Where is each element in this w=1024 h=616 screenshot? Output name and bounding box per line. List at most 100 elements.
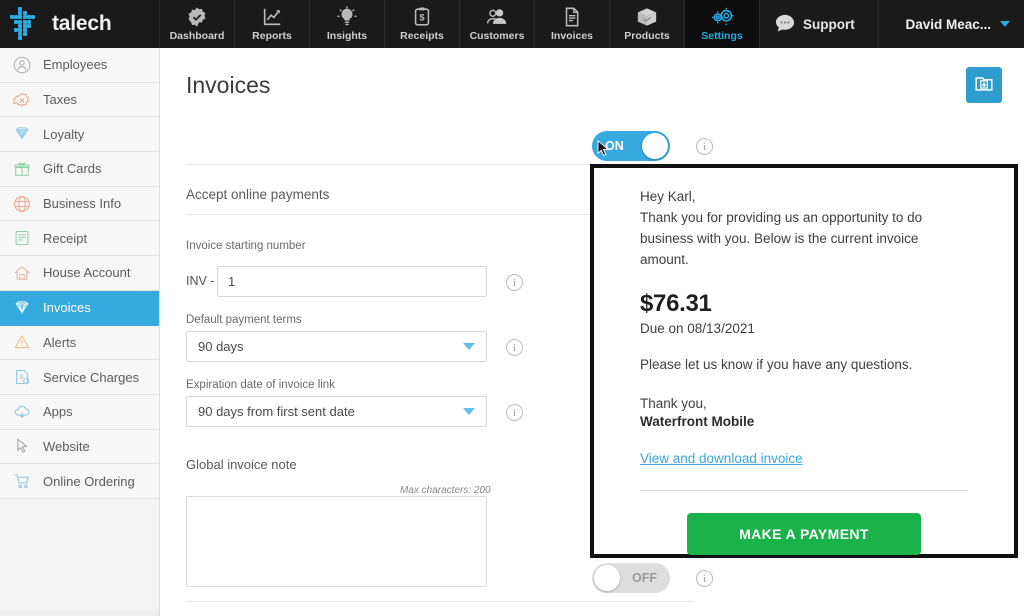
view-and-download-invoice-link[interactable]: View and download invoice [640, 451, 803, 466]
diamond-icon [12, 124, 32, 144]
nav-item-label: Invoices [550, 30, 594, 42]
default-payment-terms-select[interactable]: 90 days [186, 331, 487, 362]
invoice-starting-number-info-icon[interactable]: i [506, 274, 523, 291]
user-menu-label: David Meac... [905, 16, 991, 32]
preview-body-line-1: Thank you for providing us an opportunit… [640, 210, 923, 225]
support-button[interactable]: Support [760, 0, 871, 48]
person-circle-icon [12, 55, 32, 75]
talech-logo-icon [10, 7, 44, 41]
nav-item-label: Dashboard [169, 30, 225, 42]
preview-spacer [640, 336, 968, 354]
nav-item-settings[interactable]: Settings [685, 0, 760, 48]
invoice-starting-number-label: Invoice starting number [186, 240, 306, 252]
sidebar-item-label: Business Info [43, 196, 122, 212]
sidebar-item-taxes[interactable]: Taxes [0, 82, 159, 118]
support-label: Support [803, 16, 855, 32]
invoice-number-prefix: INV - [186, 274, 215, 288]
sidebar-item-invoices[interactable]: Invoices [0, 290, 159, 326]
nav-item-products[interactable]: Products [610, 0, 685, 48]
sidebar-item-alerts[interactable]: Alerts [0, 325, 159, 361]
sidebar-item-receipt[interactable]: Receipt [0, 221, 159, 257]
brand-logo-area[interactable]: talech [0, 0, 160, 48]
sidebar-item-label: Loyalty [43, 126, 85, 142]
preview-body-line-2: business with you. Below is the current … [640, 231, 919, 246]
sidebar-item-loyalty[interactable]: Loyalty [0, 117, 159, 153]
sidebar-item-label: Invoices [43, 300, 91, 316]
divider-before-confirmation [186, 601, 694, 602]
cloud-download-icon [12, 402, 32, 422]
sidebar-item-label: Taxes [43, 92, 77, 108]
import-invoices-button[interactable] [966, 67, 1002, 103]
receive-confirmation-toggle[interactable]: OFF [592, 563, 670, 593]
sidebar-item-label: Receipt [43, 230, 88, 246]
sidebar-item-business-info[interactable]: Business Info [0, 186, 159, 222]
default-payment-terms-info-icon[interactable]: i [506, 339, 523, 356]
nav-item-label: Customers [469, 30, 525, 42]
sidebar-item-label: Online Ordering [43, 473, 135, 489]
global-invoice-note-textarea[interactable] [186, 496, 487, 587]
warning-triangle-icon [12, 332, 32, 352]
sidebar-item-service-charges[interactable]: $ Service Charges [0, 360, 159, 395]
accept-online-payments-info-icon[interactable]: i [696, 138, 713, 155]
invoice-email-preview-panel: Hey Karl, Thank you for providing us an … [590, 164, 1018, 558]
nav-item-label: Insights [326, 30, 368, 42]
preview-greeting: Hey Karl, [640, 189, 696, 204]
nav-item-insights[interactable]: Insights [310, 0, 385, 48]
preview-divider [640, 490, 968, 491]
preview-business-name: Waterfront Mobile [640, 414, 755, 429]
make-a-payment-button[interactable]: MAKE A PAYMENT [687, 513, 921, 555]
receipt-dollar-icon: $ [411, 6, 433, 28]
document-icon [561, 6, 583, 28]
sidebar-item-label: Gift Cards [43, 161, 102, 177]
default-payment-terms-value: 90 days [198, 339, 244, 354]
house-icon [12, 263, 32, 283]
sidebar-item-employees[interactable]: Employees [0, 48, 159, 83]
nav-item-label: Receipts [400, 30, 444, 42]
receipt-icon [12, 228, 32, 248]
page-title: Invoices [186, 72, 271, 98]
max-characters-hint: Max characters: 200 [400, 485, 491, 496]
nav-item-customers[interactable]: Customers [460, 0, 535, 48]
expiration-date-select[interactable]: 90 days from first sent date [186, 396, 487, 427]
nav-item-reports[interactable]: Reports [235, 0, 310, 48]
sidebar-item-apps[interactable]: Apps [0, 394, 159, 430]
gift-icon [12, 159, 32, 179]
expiration-date-info-icon[interactable]: i [506, 404, 523, 421]
toggle-state-label: ON [605, 139, 624, 153]
diamond-invoice-icon [12, 298, 32, 318]
import-download-icon [973, 72, 995, 99]
badge-check-icon [186, 6, 208, 28]
svg-text:$: $ [20, 374, 24, 381]
expiration-date-label: Expiration date of invoice link [186, 379, 335, 391]
sidebar-item-house-account[interactable]: House Account [0, 256, 159, 291]
user-menu[interactable]: David Meac... [879, 0, 1024, 48]
sidebar-item-label: Alerts [43, 334, 77, 350]
sidebar-item-website[interactable]: Website [0, 429, 159, 465]
support-chat-icon [774, 13, 796, 36]
nav-item-invoices[interactable]: Invoices [535, 0, 610, 48]
gears-icon [710, 6, 734, 28]
preview-signoff: Thank you, [640, 396, 707, 411]
nav-item-label: Reports [252, 30, 292, 42]
invoice-starting-number-input[interactable] [217, 266, 487, 297]
sidebar-item-label: Website [43, 438, 90, 454]
sidebar-item-gift-cards[interactable]: Gift Cards [0, 152, 159, 187]
chevron-down-icon [1000, 21, 1010, 27]
box-icon [636, 6, 658, 28]
sidebar-filler [0, 610, 159, 616]
chevron-down-icon [463, 343, 475, 350]
preview-body-line-3: amount. [640, 252, 689, 267]
expiration-date-value: 90 days from first sent date [198, 404, 355, 419]
sidebar-item-label: Employees [43, 57, 108, 73]
toggle-knob [642, 133, 668, 159]
accept-online-payments-toggle[interactable]: ON [592, 131, 670, 161]
people-icon [486, 6, 508, 28]
nav-item-receipts[interactable]: $ Receipts [385, 0, 460, 48]
sidebar-item-label: House Account [43, 265, 131, 281]
service-charge-icon: $ [12, 367, 32, 387]
nav-item-dashboard[interactable]: Dashboard [160, 0, 235, 48]
preview-invoice-amount: $76.31 [640, 290, 712, 317]
globe-icon [12, 194, 32, 214]
receive-confirmation-info-icon[interactable]: i [696, 570, 713, 587]
sidebar-item-online-ordering[interactable]: Online Ordering [0, 464, 159, 499]
